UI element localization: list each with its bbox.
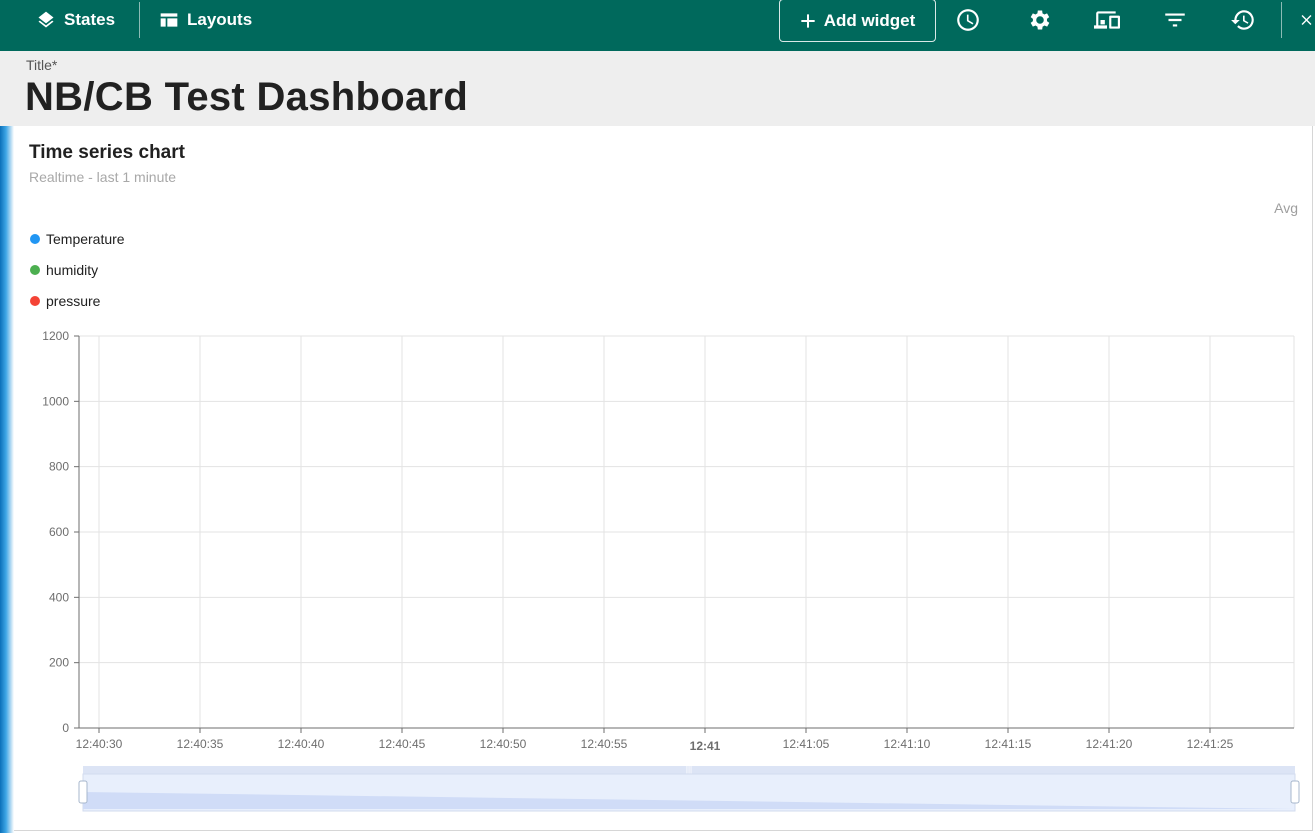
devices-icon: [1094, 11, 1120, 29]
states-button-label: States: [64, 10, 116, 29]
x-tick-label: 12:40:35: [177, 737, 224, 751]
dashboard-title-input[interactable]: NB/CB Test Dashboard: [25, 75, 468, 120]
x-tick-label: 12:40:50: [480, 737, 527, 751]
zoom-handle-left[interactable]: [78, 780, 88, 804]
toolbar-divider: [1281, 2, 1282, 38]
layers-icon: [38, 11, 54, 28]
y-tick-label: 200: [49, 656, 69, 670]
y-tick-label: 1000: [42, 394, 69, 408]
clock-icon: [957, 9, 979, 31]
time-series-widget[interactable]: Time series chart Realtime - last 1 minu…: [14, 126, 1313, 831]
x-tick-label: 12:41:10: [884, 737, 931, 751]
close-icon: [1301, 15, 1312, 25]
x-tick-label: 12:41:05: [783, 737, 830, 751]
plus-icon: [801, 13, 815, 28]
timewindow-button[interactable]: [953, 5, 983, 35]
dashboard-content: Time series chart Realtime - last 1 minu…: [0, 126, 1315, 833]
title-field-label: Title*: [26, 57, 58, 73]
toolbar-divider: [139, 2, 140, 38]
x-tick-label: 12:41:25: [1187, 737, 1234, 751]
close-button[interactable]: [1298, 5, 1315, 35]
add-widget-button[interactable]: Add widget: [779, 0, 936, 42]
x-tick-label: 12:40:55: [581, 737, 628, 751]
table-layout-icon: [160, 13, 178, 27]
zoom-handle-right[interactable]: [1290, 780, 1300, 804]
filter-icon: [1165, 13, 1185, 27]
y-tick-label: 1200: [42, 329, 69, 343]
x-tick-label: 12:40:40: [278, 737, 325, 751]
x-tick-label: 12:40:45: [379, 737, 426, 751]
x-tick-label: 12:41:15: [985, 737, 1032, 751]
y-tick-label: 400: [49, 590, 69, 604]
layouts-button[interactable]: Layouts: [159, 0, 252, 40]
y-tick-label: 600: [49, 525, 69, 539]
x-tick-label: 12:41:20: [1086, 737, 1133, 751]
filters-button[interactable]: [1160, 5, 1190, 35]
history-button[interactable]: [1228, 5, 1258, 35]
states-button[interactable]: States: [36, 0, 115, 40]
time-series-chart: 0 200 400 600 800 1000 1200 12:40:30 12:40:35 12:…: [42, 329, 1300, 812]
dashboard-title-area: Title* NB/CB Test Dashboard: [0, 51, 1315, 126]
add-widget-label: Add widget: [823, 10, 916, 30]
y-tick-label: 800: [49, 460, 69, 474]
history-icon: [1231, 10, 1254, 30]
selection-edge: [0, 126, 14, 833]
layouts-button-label: Layouts: [187, 10, 253, 29]
layout-devices-button[interactable]: [1092, 5, 1122, 35]
zoom-grip-icon: |||: [686, 765, 692, 774]
settings-button[interactable]: [1025, 5, 1055, 35]
x-tick-label: 12:41: [690, 739, 721, 753]
y-tick-label: 0: [62, 721, 69, 735]
x-tick-label: 12:40:30: [76, 737, 123, 751]
gear-icon: [1030, 10, 1050, 30]
dashboard-toolbar: States Layouts Add widget: [0, 0, 1315, 51]
